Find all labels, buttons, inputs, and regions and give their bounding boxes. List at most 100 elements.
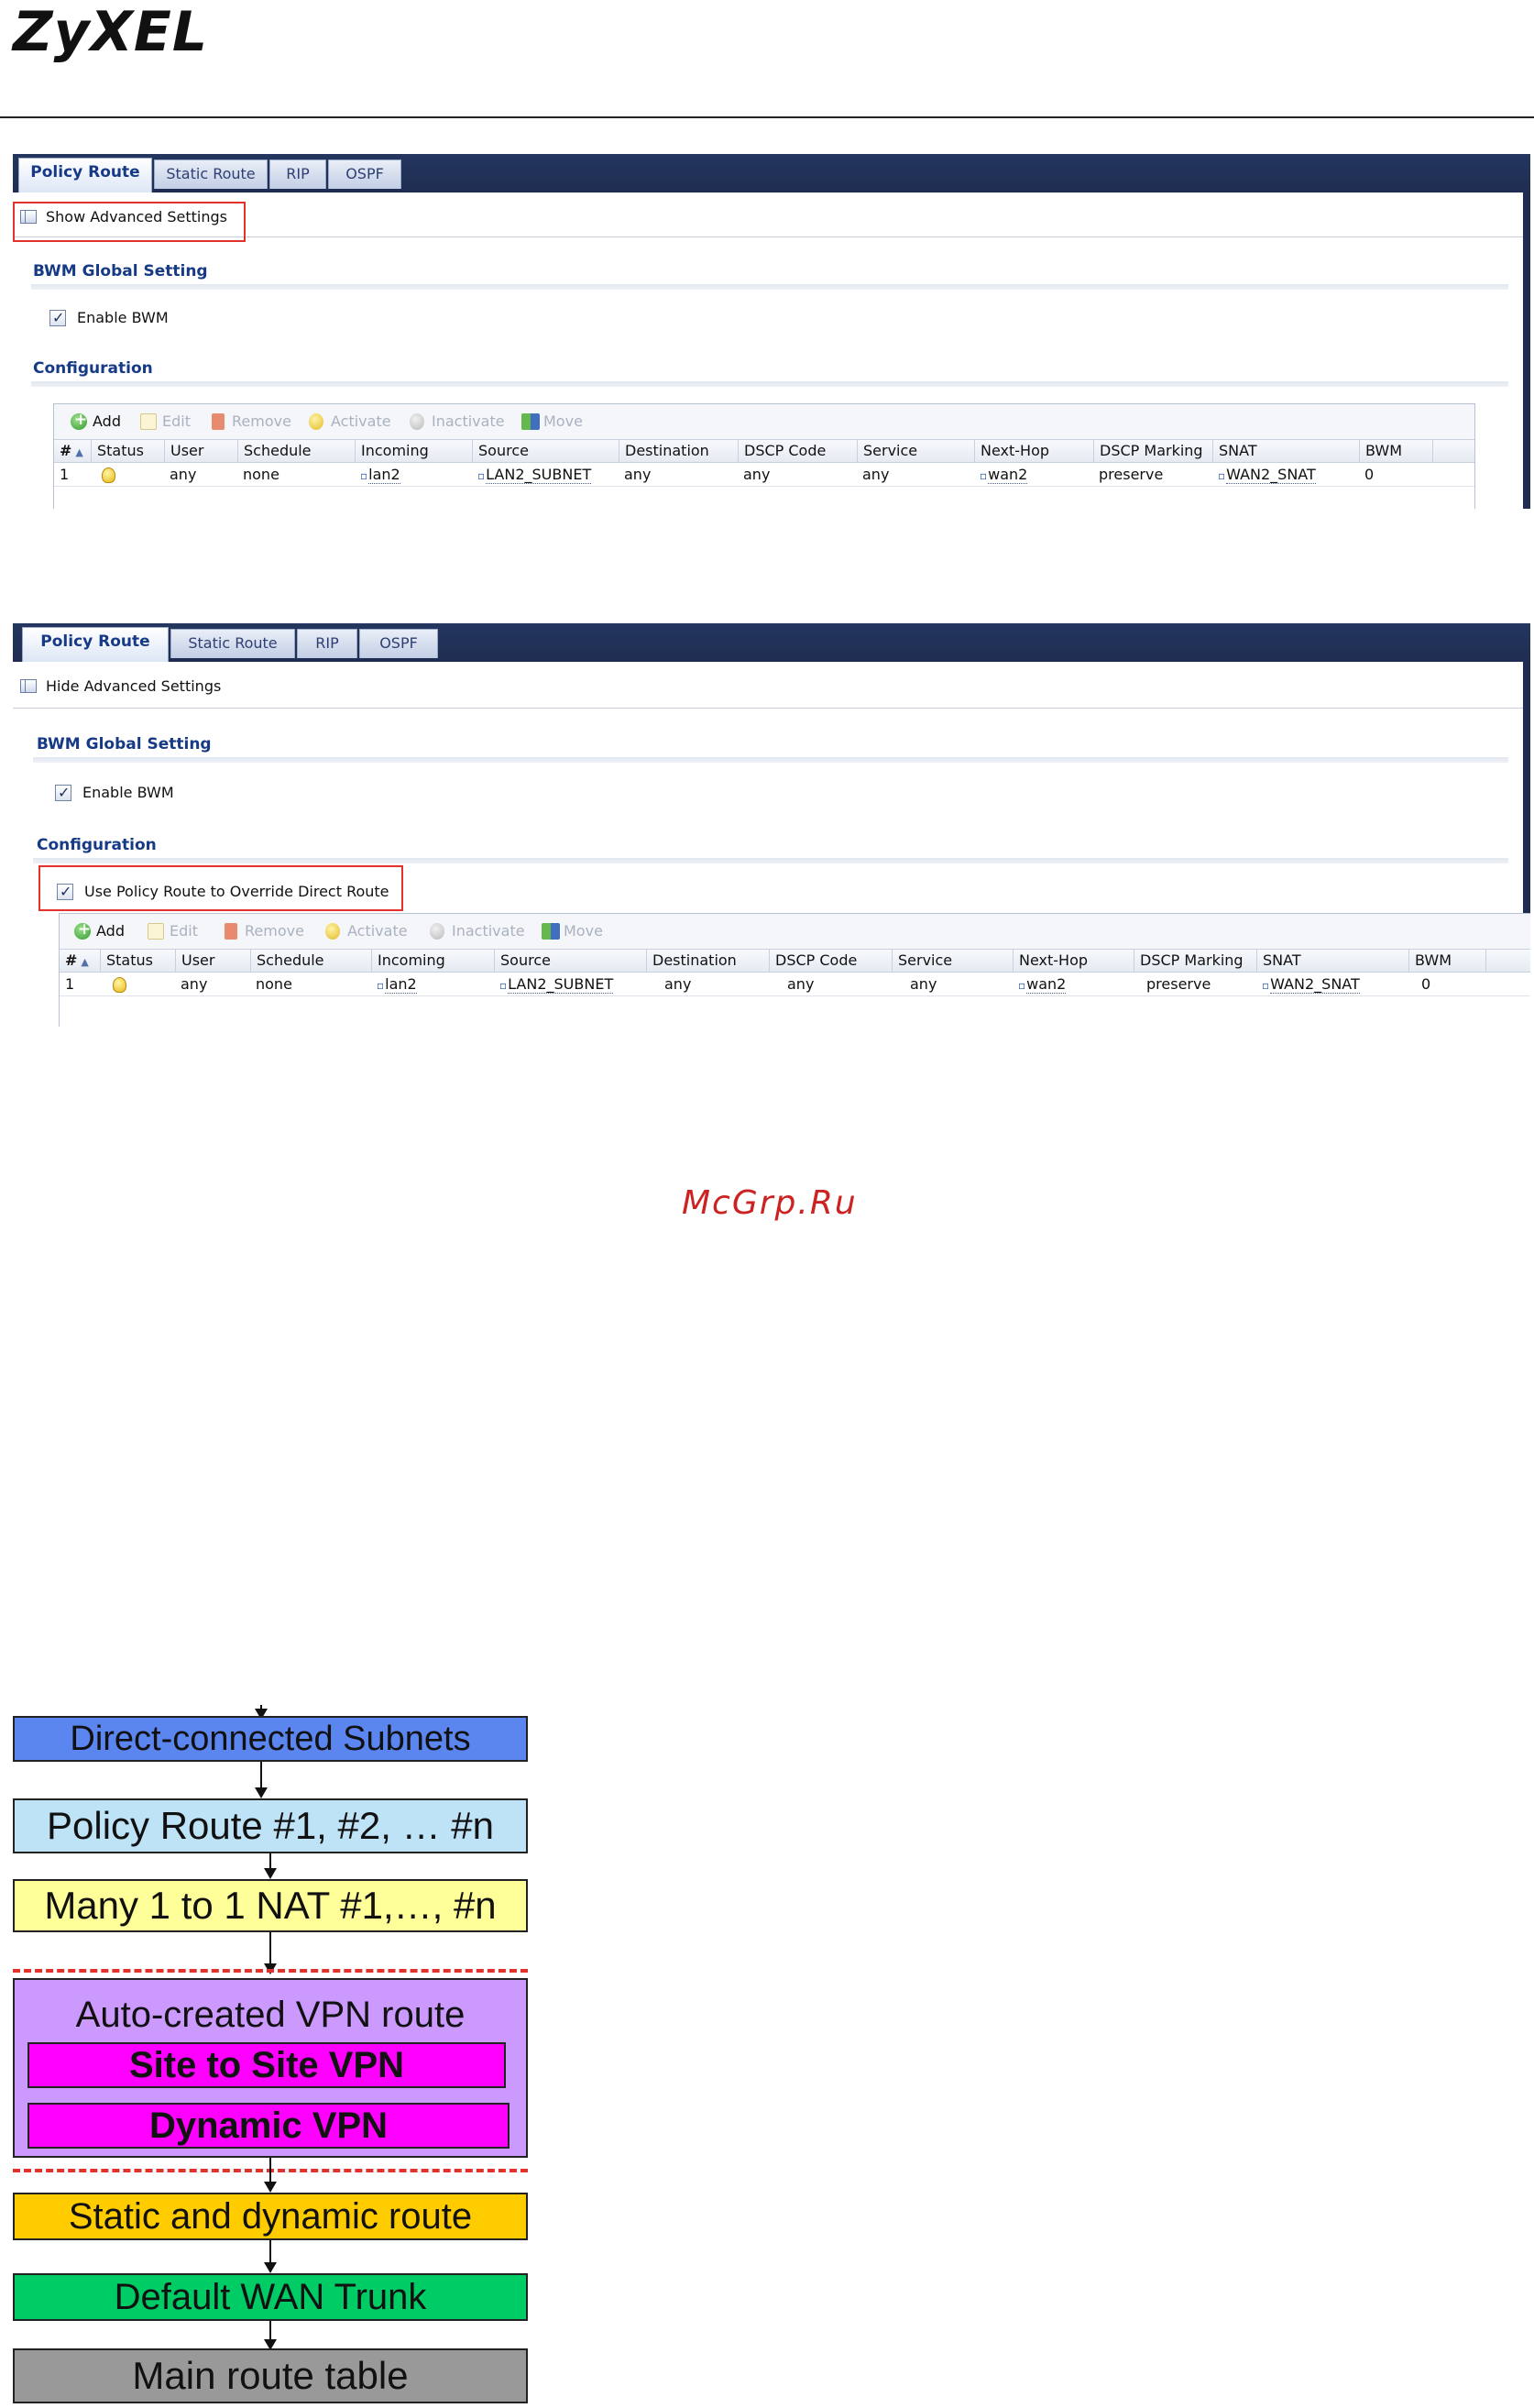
sort-asc-icon: ▲ [75, 446, 83, 458]
col-bwm[interactable]: BWM [1359, 440, 1432, 462]
cell-incoming[interactable]: ▫lan2 [355, 463, 400, 487]
col-schedule[interactable]: Schedule [250, 950, 371, 972]
col-user[interactable]: User [164, 440, 237, 462]
remove-label: Remove [245, 922, 304, 940]
table-toolbar: Add Edit Remove Activate Inactivate Move [54, 404, 1474, 439]
tab-static-route[interactable]: Static Route [154, 159, 268, 189]
col-dscp-marking[interactable]: DSCP Marking [1134, 950, 1256, 972]
inactivate-button[interactable]: Inactivate [410, 412, 505, 431]
col-source[interactable]: Source [494, 950, 646, 972]
col-dscp-marking[interactable]: DSCP Marking [1093, 440, 1212, 462]
col-user[interactable]: User [175, 950, 250, 972]
add-button[interactable]: Add [71, 411, 121, 431]
bulb-on-icon [309, 413, 323, 430]
col-status[interactable]: Status [91, 440, 164, 462]
inactivate-button[interactable]: Inactivate [430, 922, 525, 940]
bulb-off-icon [410, 413, 424, 430]
col-dscp-code[interactable]: DSCP Code [769, 950, 892, 972]
cell-snat[interactable]: ▫WAN2_SNAT [1256, 973, 1360, 996]
object-icon: ▫ [1018, 979, 1026, 992]
move-label: Move [543, 412, 583, 430]
col-snat[interactable]: SNAT [1212, 440, 1359, 462]
col-num[interactable]: # ▲ [60, 950, 100, 972]
move-button[interactable]: Move [521, 412, 583, 431]
col-schedule[interactable]: Schedule [237, 440, 355, 462]
object-icon: ▫ [1218, 469, 1226, 482]
edit-icon [148, 923, 164, 940]
hide-advanced-settings-link[interactable]: Hide Advanced Settings [13, 671, 221, 702]
policy-route-table: Add Edit Remove Activate Inactivate Move… [59, 913, 1530, 1027]
cell-incoming[interactable]: ▫lan2 [371, 973, 417, 996]
add-icon [74, 920, 91, 940]
move-icon [521, 413, 540, 430]
col-bwm[interactable]: BWM [1408, 950, 1485, 972]
tab-policy-route[interactable]: Policy Route [18, 158, 152, 192]
col-service[interactable]: Service [857, 440, 974, 462]
table-row[interactable]: 1 any none ▫lan2 ▫LAN2_SUBNET any any an… [54, 463, 1474, 487]
cell-user: any [181, 975, 208, 993]
arrow-down [264, 1853, 277, 1879]
tab-policy-route[interactable]: Policy Route [22, 627, 169, 662]
cell-next-hop[interactable]: ▫wan2 [974, 463, 1028, 487]
activate-button[interactable]: Activate [309, 412, 391, 431]
table-icon [20, 679, 37, 693]
divider [13, 708, 1523, 709]
cell-source[interactable]: ▫LAN2_SUBNET [494, 973, 614, 996]
col-num[interactable]: # ▲ [54, 440, 91, 462]
col-status[interactable]: Status [100, 950, 175, 972]
col-incoming[interactable]: Incoming [371, 950, 494, 972]
col-destination[interactable]: Destination [619, 440, 738, 462]
bwm-global-setting-title: BWM Global Setting [33, 262, 208, 280]
remove-button[interactable]: Remove [210, 412, 291, 431]
col-next-hop[interactable]: Next-Hop [974, 440, 1093, 462]
add-icon [71, 411, 87, 430]
col-dscp-code[interactable]: DSCP Code [738, 440, 857, 462]
section-rule [31, 381, 1508, 387]
checkbox-checked[interactable] [49, 308, 66, 328]
edit-button[interactable]: Edit [140, 412, 191, 431]
col-next-hop[interactable]: Next-Hop [1013, 950, 1134, 972]
tab-ospf[interactable]: OSPF [328, 159, 401, 189]
flow-direct-connected: Direct-connected Subnets [13, 1716, 528, 1762]
enable-bwm-label: Enable BWM [82, 784, 174, 801]
col-source[interactable]: Source [472, 440, 619, 462]
add-label: Add [93, 412, 121, 430]
col-incoming[interactable]: Incoming [355, 440, 472, 462]
header-rule [0, 116, 1534, 118]
tab-rip[interactable]: RIP [297, 629, 357, 658]
inactivate-label: Inactivate [432, 412, 505, 430]
table-row[interactable]: 1 any none ▫lan2 ▫LAN2_SUBNET any any an… [60, 973, 1530, 996]
highlight-box [38, 865, 403, 911]
arrow-down [264, 2321, 277, 2350]
cell-bwm: 0 [1421, 975, 1431, 993]
tab-ospf[interactable]: OSPF [359, 629, 438, 658]
cell-snat[interactable]: ▫WAN2_SNAT [1212, 463, 1316, 487]
cell-service: any [910, 975, 937, 993]
arrow-down [264, 2240, 277, 2273]
activate-button[interactable]: Activate [325, 922, 408, 940]
add-button[interactable]: Add [74, 920, 125, 940]
remove-button[interactable]: Remove [223, 922, 304, 940]
zyxel-logo: ZyXEL [13, 0, 209, 64]
enable-bwm-checkbox[interactable]: Enable BWM [55, 783, 174, 803]
tab-rip[interactable]: RIP [269, 159, 326, 189]
edit-button[interactable]: Edit [148, 922, 198, 940]
trash-icon [212, 413, 225, 430]
section-rule [31, 284, 1508, 290]
tab-static-route[interactable]: Static Route [170, 629, 295, 658]
cell-dscp-marking: preserve [1099, 466, 1164, 483]
col-service[interactable]: Service [892, 950, 1013, 972]
cell-source[interactable]: ▫LAN2_SUBNET [472, 463, 592, 487]
move-button[interactable]: Move [542, 922, 603, 940]
cell-next-hop[interactable]: ▫wan2 [1013, 973, 1067, 996]
enable-bwm-checkbox[interactable]: Enable BWM [49, 308, 169, 328]
policy-route-table: Add Edit Remove Activate Inactivate Move… [53, 403, 1475, 509]
col-destination[interactable]: Destination [646, 950, 769, 972]
cell-destination: any [624, 466, 652, 483]
col-snat[interactable]: SNAT [1256, 950, 1408, 972]
arrow-down [264, 1932, 277, 1974]
checkbox-checked[interactable] [55, 783, 71, 803]
bwm-global-setting-title: BWM Global Setting [37, 735, 212, 753]
activate-label: Activate [347, 922, 408, 940]
move-label: Move [564, 922, 603, 940]
